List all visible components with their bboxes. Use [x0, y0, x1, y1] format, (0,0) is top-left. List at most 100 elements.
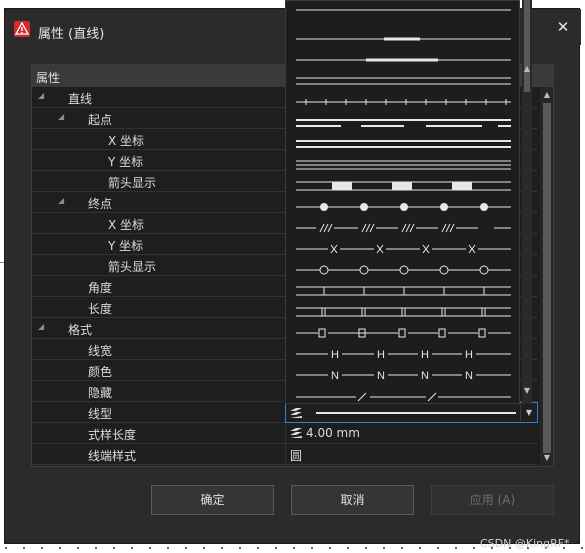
- scroll-up-arrow-icon[interactable]: ▲: [540, 89, 553, 101]
- linetype-glyph: H: [377, 349, 385, 361]
- grid-header-label: 属性: [36, 71, 61, 85]
- property-label: 线端样式: [88, 449, 137, 463]
- bg-dot: [23, 547, 25, 549]
- property-value-cell[interactable]: 圆: [285, 444, 538, 465]
- expand-toggle-icon[interactable]: ◢: [58, 197, 66, 205]
- linetype-glyph: H: [331, 349, 339, 361]
- bg-dot: [203, 547, 205, 549]
- linetype-option-double-tick[interactable]: [296, 307, 511, 317]
- bg-dot: [41, 547, 43, 549]
- linetype-option-tick-down[interactable]: [296, 286, 511, 296]
- selected-linetype-sample: [316, 412, 516, 414]
- linetype-option-letter-H[interactable]: HHHH: [296, 349, 511, 361]
- linetype-select[interactable]: ▼: [285, 402, 538, 423]
- property-label: 箭头显示: [108, 176, 157, 190]
- property-value-cell[interactable]: 4.00 mm: [285, 423, 538, 444]
- bg-dot: [113, 547, 115, 549]
- grid-scrollbar[interactable]: ▲ ▼: [540, 87, 553, 466]
- apply-button[interactable]: 应用 (A): [431, 485, 554, 515]
- expand-toggle-icon[interactable]: ◢: [38, 323, 46, 331]
- bg-dot: [347, 547, 349, 549]
- watermark: CSDN @KingRF*: [480, 537, 570, 550]
- dropdown-scroll-down-icon[interactable]: ▼: [522, 386, 532, 396]
- expand-toggle-icon[interactable]: ◢: [38, 92, 46, 100]
- bg-dot: [473, 547, 475, 549]
- bg-dot: [239, 547, 241, 549]
- property-label: 终点: [88, 197, 113, 211]
- bg-dot: [293, 547, 295, 549]
- property-label: 起点: [88, 113, 113, 127]
- scroll-down-arrow-icon[interactable]: ▼: [540, 452, 553, 464]
- linetype-option-small-rect[interactable]: [296, 328, 511, 338]
- property-label: 直线: [68, 92, 93, 106]
- bg-dot: [365, 547, 367, 549]
- bg-dot: [59, 547, 61, 549]
- linetype-option-triple-thin[interactable]: [296, 160, 511, 170]
- pattern-length-icon: [290, 428, 302, 438]
- dropdown-arrow-icon[interactable]: ▼: [520, 404, 537, 421]
- property-label: 格式: [68, 323, 93, 337]
- linetype-option-letter-N[interactable]: NNNN: [296, 370, 511, 382]
- bg-dot: [401, 547, 403, 549]
- bg-dot: [419, 547, 421, 549]
- linetype-option-dash-long[interactable]: [296, 58, 511, 62]
- bg-dot: [275, 547, 277, 549]
- ok-button[interactable]: 确定: [151, 485, 274, 515]
- linetype-dropdown-list[interactable]: HHHHNNNN: [285, 0, 520, 404]
- property-label: 式样长度: [88, 428, 137, 442]
- bg-dot: [581, 547, 583, 549]
- linetype-glyph: N: [465, 370, 473, 382]
- linetype-glyph: N: [421, 370, 429, 382]
- linetype-option-double-thin[interactable]: [296, 77, 511, 85]
- property-row[interactable]: 线端样式 圆: [32, 444, 538, 465]
- property-label: X 坐标: [108, 134, 145, 148]
- dropdown-scrollbar[interactable]: ▲ ▼: [522, 0, 532, 404]
- linetype-icon: [290, 408, 302, 418]
- bg-dot: [383, 547, 385, 549]
- close-button[interactable]: ✕: [551, 15, 575, 39]
- linetype-option-slash-gap[interactable]: [296, 392, 511, 402]
- dropdown-scroll-thumb[interactable]: [524, 0, 530, 92]
- scroll-thumb[interactable]: [543, 103, 551, 453]
- property-label: Y 坐标: [108, 239, 144, 253]
- linetype-option-double-dash[interactable]: [296, 119, 511, 127]
- property-row[interactable]: 式样长度 4.00 mm: [32, 423, 538, 444]
- property-label: 颜色: [88, 365, 113, 379]
- linetype-option-block-segments[interactable]: [296, 181, 511, 191]
- property-label: 长度: [88, 302, 113, 316]
- expand-toggle-icon[interactable]: ◢: [58, 113, 66, 121]
- property-label: Y 坐标: [108, 155, 144, 169]
- linetype-option-dash-long-gap[interactable]: [296, 37, 511, 41]
- property-row[interactable]: 线型 ▼: [32, 402, 538, 423]
- bg-dot: [131, 547, 133, 549]
- property-label: 箭头显示: [108, 260, 157, 274]
- property-label: 隐藏: [88, 386, 113, 400]
- property-value: 4.00 mm: [306, 426, 360, 440]
- app-warning-icon: [14, 21, 30, 37]
- linetype-option-circles[interactable]: [296, 265, 511, 275]
- linetype-option-triple-slash[interactable]: [296, 223, 511, 233]
- window-title: 属性 (直线): [38, 27, 105, 42]
- bg-dot: [95, 547, 97, 549]
- cancel-button[interactable]: 取消: [291, 485, 414, 515]
- linetype-glyph: H: [465, 349, 473, 361]
- bg-dot: [257, 547, 259, 549]
- linetype-glyph: N: [377, 370, 385, 382]
- bg-dot: [167, 547, 169, 549]
- property-label: 角度: [88, 281, 113, 295]
- property-label: 线宽: [88, 344, 113, 358]
- linetype-options[interactable]: H H H HN N N N: [286, 1, 520, 404]
- bg-dot: [455, 547, 457, 549]
- bg-dot: [185, 547, 187, 549]
- linetype-glyph: N: [331, 370, 339, 382]
- linetype-option-x-marks[interactable]: [296, 244, 511, 254]
- bg-dot: [329, 547, 331, 549]
- dropdown-scroll-up-icon[interactable]: ▲: [522, 64, 532, 74]
- linetype-option-dots[interactable]: [296, 203, 511, 211]
- linetype-option-tick-marks[interactable]: [296, 99, 511, 105]
- linetype-option-double-solid[interactable]: [296, 140, 511, 148]
- linetype-glyph: H: [421, 349, 429, 361]
- property-value: 圆: [290, 449, 303, 463]
- bg-dot: [77, 547, 79, 549]
- property-label: 线型: [88, 407, 113, 421]
